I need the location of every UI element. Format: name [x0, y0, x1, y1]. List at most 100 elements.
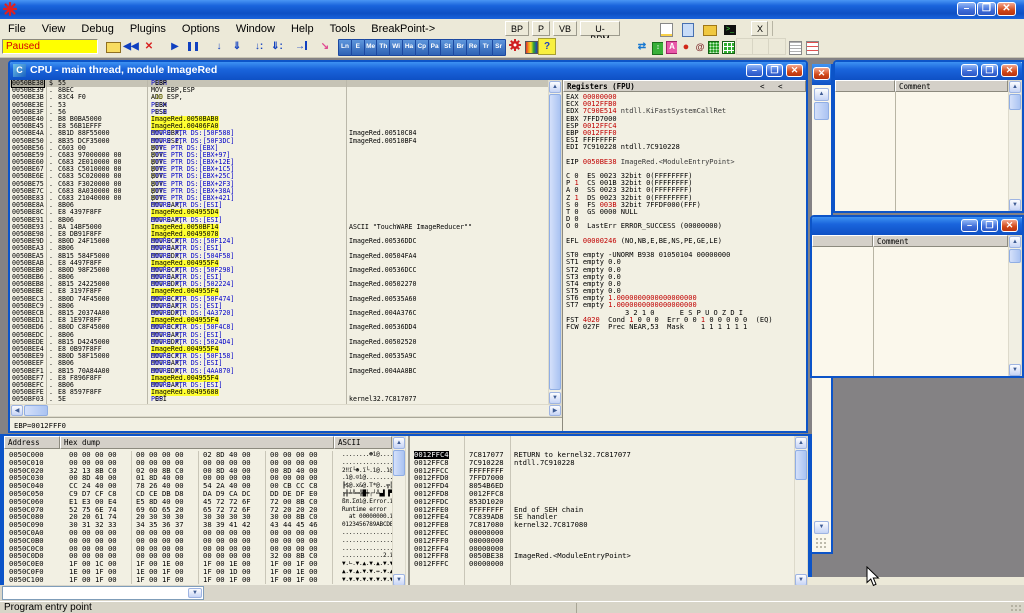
pane-shortcut-button[interactable]: Cp	[415, 39, 429, 56]
stack-pane[interactable]: 0012FFC47C817077RETURN to kernel32.7C817…	[410, 451, 794, 585]
notepad-icon[interactable]	[657, 20, 675, 37]
column-divider[interactable]	[46, 80, 47, 404]
run-icon[interactable]: ▶	[166, 38, 184, 55]
scrollbar-thumb[interactable]	[393, 450, 405, 476]
background-window-close-button[interactable]: ✕	[813, 67, 830, 80]
maximize-button[interactable]: ❐	[977, 2, 996, 16]
dump-row[interactable]: 0050C0E01F 00 1C 001F 00 1E 001F 00 1E 0…	[4, 560, 392, 568]
dump-header-address[interactable]: Address	[4, 436, 60, 449]
disassembly-row[interactable]: 0050BE3B.83C4 F0ADD ESP,-10	[10, 94, 548, 101]
resize-grip[interactable]	[815, 537, 828, 549]
register-line[interactable]: O 0 LastErr ERROR_SUCCESS (00000000)	[566, 223, 773, 230]
registers-pane[interactable]: Registers (FPU) < < EAX 00000000ECX 0012…	[563, 80, 806, 431]
column-header-comment[interactable]: Comment	[873, 235, 1008, 247]
menu-item[interactable]: Debug	[73, 20, 121, 35]
stack-vscrollbar[interactable]: ▲ ▼	[794, 436, 808, 585]
minimize-button[interactable]: –	[961, 219, 978, 232]
open-file-icon[interactable]	[104, 38, 122, 55]
column-divider[interactable]	[147, 80, 148, 404]
disassembly-row[interactable]: 0050BEE9.8B0D 58F15000MOV ECX,DWORD PTR …	[10, 353, 548, 360]
disassembly-row[interactable]: 0050BE50.8B35 DCF35000MOV ESI,DWORD PTR …	[10, 138, 548, 145]
scrollbar-thumb[interactable]	[795, 450, 807, 480]
column-header-blank[interactable]	[812, 235, 873, 247]
cpu-maximize-button[interactable]: ❐	[766, 64, 783, 77]
scrollbar-thumb[interactable]	[549, 94, 561, 390]
dump-row[interactable]: 0050C08020 20 61 7420 30 30 3030 30 30 3…	[4, 513, 392, 521]
animate-into-icon[interactable]: ↓:	[250, 38, 268, 55]
scroll-up-icon[interactable]: ▲	[1009, 81, 1021, 93]
disassembly-row[interactable]: 0050BED6.8B0D C8F45000MOV ECX,DWORD PTR …	[10, 324, 548, 331]
stack-row[interactable]: 0012FFCCFFFFFFFF	[410, 467, 794, 475]
scrollbar-thumb[interactable]	[24, 405, 48, 416]
minimize-button[interactable]: –	[957, 2, 976, 16]
dump-row[interactable]: 0050C02032 13 8B C002 00 8B C000 8D 40 0…	[4, 467, 392, 475]
disassembly-row[interactable]: 0050BE38$55PUSH EBP	[10, 80, 548, 87]
stack-row[interactable]: 0012FFE0FFFFFFFFEnd of SEH chain	[410, 506, 794, 514]
pane-shortcut-button[interactable]: Sr	[492, 39, 506, 56]
stack-row[interactable]: 0012FFEC00000000	[410, 529, 794, 537]
disassembly-row[interactable]: 0050BE39.8BECMOV EBP,ESP	[10, 87, 548, 94]
menu-item[interactable]: Window	[228, 20, 283, 35]
stack-row[interactable]: 0012FFDC853D1020	[410, 498, 794, 506]
disassembly-row[interactable]: 0050BEB0.8B0D 98F25000MOV ECX,DWORD PTR …	[10, 267, 548, 274]
green-grid-icon[interactable]	[719, 38, 737, 55]
register-line[interactable]: EFL 00000246 (NO,NB,E,BE,NS,PE,GE,LE)	[566, 238, 773, 245]
stack-row[interactable]: 0012FFF000000000	[410, 537, 794, 545]
stack-row[interactable]: 0012FFF80050BE38ImageRed.<ModuleEntryPoi…	[410, 552, 794, 560]
scroll-down-icon[interactable]: ▼	[1009, 199, 1021, 211]
main-titlebar[interactable]: – ❐ ✕	[0, 0, 1024, 19]
empty-toolbar-button[interactable]	[768, 38, 786, 55]
comment-bottom-vscrollbar[interactable]: ▲ ▼	[1008, 235, 1022, 376]
close-program-icon[interactable]: ✕	[140, 38, 158, 55]
scroll-up-icon[interactable]: ▲	[814, 88, 829, 101]
stack-row[interactable]: 0012FFD48054B6ED	[410, 482, 794, 490]
dump-row[interactable]: 0050C00000 00 00 0000 00 00 0002 8D 40 0…	[4, 451, 392, 459]
scroll-down-icon[interactable]: ▼	[1009, 364, 1021, 376]
disassembly-row[interactable]: 0050BE8C.E8 4397F8FFCALL ImageRed.004955…	[10, 209, 548, 216]
dump-row[interactable]: 0050C050C9 D7 CF C8CD CE DB D8DA D9 CA D…	[4, 490, 392, 498]
scrollbar-thumb[interactable]	[814, 102, 829, 120]
pane-shortcut-button[interactable]: Ha	[402, 39, 416, 56]
register-line[interactable]: FCW 027F Prec NEAR,53 Mask 1 1 1 1 1 1	[566, 324, 773, 331]
register-line[interactable]: T 0 GS 0000 NULL	[566, 209, 773, 216]
dump-row[interactable]: 0050C0F01E 00 1F 001E 00 1F 001F 00 1D 0…	[4, 568, 392, 576]
terminal-icon[interactable]: >_	[721, 20, 739, 37]
stack-row[interactable]: 0012FFD07FFD7000	[410, 474, 794, 482]
stack-row[interactable]: 0012FFD80012FFC8	[410, 490, 794, 498]
comment-window-bottom-titlebar[interactable]: – ❐ ✕	[812, 217, 1022, 235]
dump-row[interactable]: 0050C0A000 00 00 0000 00 00 0000 00 00 0…	[4, 529, 392, 537]
menu-close-x-button[interactable]: X	[751, 21, 768, 36]
dump-row[interactable]: 0050C07052 75 6E 7469 6D 65 2065 72 72 6…	[4, 506, 392, 514]
stack-row[interactable]: 0012FFE47C839AD8SE handler	[410, 513, 794, 521]
dump-row[interactable]: 0050C01000 00 00 0000 00 00 0000 00 00 0…	[4, 459, 392, 467]
execute-till-return-icon[interactable]: →	[292, 38, 310, 55]
column-divider[interactable]	[346, 80, 347, 404]
disassembly-row[interactable]: 0050BE3E.53PUSH EBX	[10, 102, 548, 109]
disassembly-row[interactable]: 0050BF03.5EPOP ESIkernel32.7C817077	[10, 396, 548, 403]
dump-row[interactable]: 0050C09030 31 32 3334 35 36 3738 39 41 4…	[4, 521, 392, 529]
menu-item[interactable]: Plugins	[122, 20, 174, 35]
disassembly-row[interactable]: 0050BE9D.8B0D 24F15000MOV ECX,DWORD PTR …	[10, 238, 548, 245]
chevron-down-icon[interactable]: ▼	[188, 588, 202, 598]
resize-grip[interactable]	[1010, 604, 1022, 613]
breakpoint-plugin-button[interactable]: BP	[505, 21, 529, 36]
dump-row[interactable]: 0050C0B000 00 00 0000 00 00 0000 00 00 0…	[4, 537, 392, 545]
breakpoint-plugin-button[interactable]: U-BPM	[580, 21, 620, 36]
comment-window-top-body[interactable]	[835, 92, 1008, 211]
disassembly-row[interactable]: 0050BE83.C683 21040000 00MOV BYTE PTR DS…	[10, 195, 548, 202]
goto-address-icon[interactable]: ↘	[316, 38, 334, 55]
command-combobox[interactable]: ▼	[2, 586, 204, 600]
disassembly-pane[interactable]: 0050BE38$55PUSH EBP 0050BE39.8BECMOV EBP…	[10, 80, 548, 404]
maximize-button[interactable]: ❐	[981, 64, 998, 77]
document-icon[interactable]	[679, 20, 697, 37]
close-button[interactable]: ✕	[997, 2, 1016, 16]
close-button[interactable]: ✕	[1001, 64, 1018, 77]
breakpoint-plugin-button[interactable]: VB	[553, 21, 577, 36]
scroll-left-icon[interactable]: ◀	[11, 405, 23, 416]
help-icon[interactable]: ?	[538, 38, 556, 55]
dump-row[interactable]: 0050C0C000 00 00 0000 00 00 0000 00 00 0…	[4, 545, 392, 553]
list-window-icon[interactable]	[786, 38, 804, 55]
scroll-down-icon[interactable]: ▼	[814, 521, 829, 534]
menu-item[interactable]: Options	[174, 20, 228, 35]
disassembly-row[interactable]: 0050BEC3.8B0D 74F45000MOV ECX,DWORD PTR …	[10, 296, 548, 303]
